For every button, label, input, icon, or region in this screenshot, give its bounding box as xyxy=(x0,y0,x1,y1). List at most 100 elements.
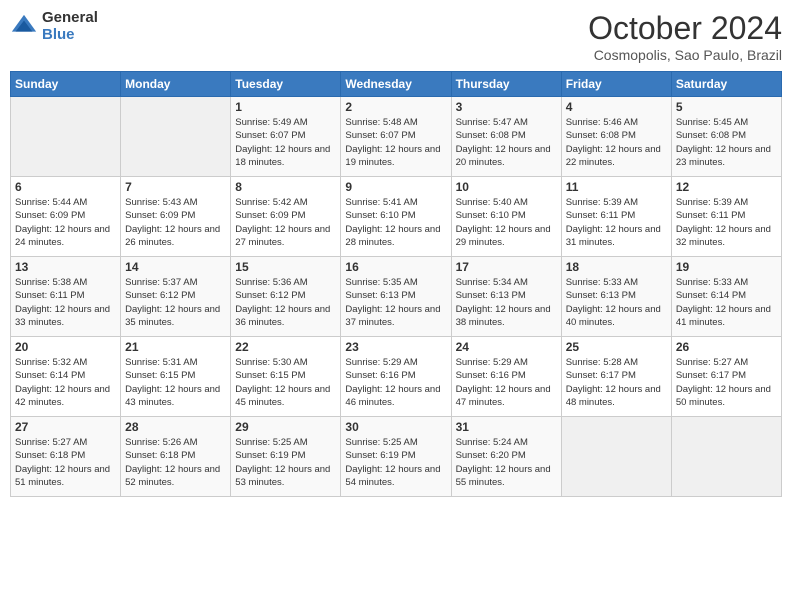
day-number: 9 xyxy=(345,180,446,194)
header-monday: Monday xyxy=(121,72,231,97)
day-info: Sunrise: 5:29 AM Sunset: 6:16 PM Dayligh… xyxy=(345,356,446,409)
calendar-cell: 12Sunrise: 5:39 AM Sunset: 6:11 PM Dayli… xyxy=(671,177,781,257)
day-info: Sunrise: 5:25 AM Sunset: 6:19 PM Dayligh… xyxy=(345,436,446,489)
calendar-cell: 22 Sunrise: 5:30 AM Sunset: 6:15 PM Dayli… xyxy=(231,337,341,417)
day-info: Sunrise: 5:38 AM Sunset: 6:11 PM Dayligh… xyxy=(15,276,116,329)
day-info: Sunrise: 5:45 AM Sunset: 6:08 PM Dayligh… xyxy=(676,116,777,169)
day-info: Sunrise: 5:49 AM Sunset: 6:07 PM Dayligh… xyxy=(235,116,336,169)
calendar-cell: 6Sunrise: 5:44 AM Sunset: 6:09 PM Daylig… xyxy=(11,177,121,257)
calendar-cell: 1Sunrise: 5:49 AM Sunset: 6:07 PM Daylig… xyxy=(231,97,341,177)
day-number: 2 xyxy=(345,100,446,114)
header-friday: Friday xyxy=(561,72,671,97)
day-number: 6 xyxy=(15,180,116,194)
calendar-table: Sunday Monday Tuesday Wednesday Thursday… xyxy=(10,71,782,497)
calendar-cell: 11 Sunrise: 5:39 AM Sunset: 6:11 PM Dayli… xyxy=(561,177,671,257)
calendar-week-4: 27 Sunrise: 5:27 AM Sunset: 6:18 PM Dayli… xyxy=(11,417,782,497)
calendar-body: 1Sunrise: 5:49 AM Sunset: 6:07 PM Daylig… xyxy=(11,97,782,497)
day-info: Sunrise: 5:37 AM Sunset: 6:12 PM Dayligh… xyxy=(125,276,226,329)
calendar-cell: 21 Sunrise: 5:31 AM Sunset: 6:15 PM Dayli… xyxy=(121,337,231,417)
calendar-cell xyxy=(671,417,781,497)
calendar-cell: 8 Sunrise: 5:42 AM Sunset: 6:09 PM Daylig… xyxy=(231,177,341,257)
header-sunday: Sunday xyxy=(11,72,121,97)
calendar-cell: 5 Sunrise: 5:45 AM Sunset: 6:08 PM Daylig… xyxy=(671,97,781,177)
calendar-cell: 13 Sunrise: 5:38 AM Sunset: 6:11 PM Dayli… xyxy=(11,257,121,337)
calendar-cell: 17 Sunrise: 5:34 AM Sunset: 6:13 PM Dayli… xyxy=(451,257,561,337)
day-number: 19 xyxy=(676,260,777,274)
calendar-cell: 26 Sunrise: 5:27 AM Sunset: 6:17 PM Dayli… xyxy=(671,337,781,417)
logo-text: General Blue xyxy=(42,10,98,43)
calendar-cell xyxy=(561,417,671,497)
calendar-cell: 25 Sunrise: 5:28 AM Sunset: 6:17 PM Dayli… xyxy=(561,337,671,417)
day-number: 5 xyxy=(676,100,777,114)
calendar-cell: 27 Sunrise: 5:27 AM Sunset: 6:18 PM Dayli… xyxy=(11,417,121,497)
calendar-cell: 16 Sunrise: 5:35 AM Sunset: 6:13 PM Dayli… xyxy=(341,257,451,337)
day-number: 7 xyxy=(125,180,226,194)
day-number: 26 xyxy=(676,340,777,354)
header-tuesday: Tuesday xyxy=(231,72,341,97)
logo: General Blue xyxy=(10,10,98,43)
day-info: Sunrise: 5:27 AM Sunset: 6:18 PM Dayligh… xyxy=(15,436,116,489)
calendar-cell xyxy=(11,97,121,177)
calendar-header: Sunday Monday Tuesday Wednesday Thursday… xyxy=(11,72,782,97)
day-info: Sunrise: 5:30 AM Sunset: 6:15 PM Dayligh… xyxy=(235,356,336,409)
day-number: 17 xyxy=(456,260,557,274)
day-number: 24 xyxy=(456,340,557,354)
calendar-cell: 7 Sunrise: 5:43 AM Sunset: 6:09 PM Daylig… xyxy=(121,177,231,257)
calendar-cell: 15Sunrise: 5:36 AM Sunset: 6:12 PM Dayli… xyxy=(231,257,341,337)
day-info: Sunrise: 5:32 AM Sunset: 6:14 PM Dayligh… xyxy=(15,356,116,409)
calendar-cell: 30 Sunrise: 5:25 AM Sunset: 6:19 PM Dayli… xyxy=(341,417,451,497)
day-number: 8 xyxy=(235,180,336,194)
calendar-week-2: 13 Sunrise: 5:38 AM Sunset: 6:11 PM Dayli… xyxy=(11,257,782,337)
header-thursday: Thursday xyxy=(451,72,561,97)
day-number: 10 xyxy=(456,180,557,194)
day-number: 21 xyxy=(125,340,226,354)
day-info: Sunrise: 5:31 AM Sunset: 6:15 PM Dayligh… xyxy=(125,356,226,409)
calendar-cell: 29 Sunrise: 5:25 AM Sunset: 6:19 PM Dayli… xyxy=(231,417,341,497)
weekday-row: Sunday Monday Tuesday Wednesday Thursday… xyxy=(11,72,782,97)
day-info: Sunrise: 5:39 AM Sunset: 6:11 PM Dayligh… xyxy=(566,196,667,249)
day-number: 14 xyxy=(125,260,226,274)
day-number: 31 xyxy=(456,420,557,434)
logo-icon xyxy=(10,13,38,41)
day-number: 13 xyxy=(15,260,116,274)
day-info: Sunrise: 5:41 AM Sunset: 6:10 PM Dayligh… xyxy=(345,196,446,249)
day-info: Sunrise: 5:29 AM Sunset: 6:16 PM Dayligh… xyxy=(456,356,557,409)
page-header: General Blue October 2024 Cosmopolis, Sa… xyxy=(10,10,782,63)
day-info: Sunrise: 5:27 AM Sunset: 6:17 PM Dayligh… xyxy=(676,356,777,409)
day-info: Sunrise: 5:46 AM Sunset: 6:08 PM Dayligh… xyxy=(566,116,667,169)
header-saturday: Saturday xyxy=(671,72,781,97)
day-info: Sunrise: 5:25 AM Sunset: 6:19 PM Dayligh… xyxy=(235,436,336,489)
calendar-cell: 14 Sunrise: 5:37 AM Sunset: 6:12 PM Dayli… xyxy=(121,257,231,337)
day-info: Sunrise: 5:47 AM Sunset: 6:08 PM Dayligh… xyxy=(456,116,557,169)
day-number: 27 xyxy=(15,420,116,434)
day-number: 28 xyxy=(125,420,226,434)
day-number: 29 xyxy=(235,420,336,434)
calendar-week-3: 20 Sunrise: 5:32 AM Sunset: 6:14 PM Dayli… xyxy=(11,337,782,417)
day-number: 4 xyxy=(566,100,667,114)
calendar-cell: 23Sunrise: 5:29 AM Sunset: 6:16 PM Dayli… xyxy=(341,337,451,417)
calendar-cell: 4 Sunrise: 5:46 AM Sunset: 6:08 PM Daylig… xyxy=(561,97,671,177)
day-info: Sunrise: 5:35 AM Sunset: 6:13 PM Dayligh… xyxy=(345,276,446,329)
day-number: 16 xyxy=(345,260,446,274)
day-info: Sunrise: 5:28 AM Sunset: 6:17 PM Dayligh… xyxy=(566,356,667,409)
location: Cosmopolis, Sao Paulo, Brazil xyxy=(588,47,782,63)
calendar-cell: 19Sunrise: 5:33 AM Sunset: 6:14 PM Dayli… xyxy=(671,257,781,337)
day-number: 30 xyxy=(345,420,446,434)
calendar-cell: 10 Sunrise: 5:40 AM Sunset: 6:10 PM Dayli… xyxy=(451,177,561,257)
day-info: Sunrise: 5:34 AM Sunset: 6:13 PM Dayligh… xyxy=(456,276,557,329)
calendar-cell: 2 Sunrise: 5:48 AM Sunset: 6:07 PM Daylig… xyxy=(341,97,451,177)
calendar-cell: 31Sunrise: 5:24 AM Sunset: 6:20 PM Dayli… xyxy=(451,417,561,497)
day-info: Sunrise: 5:48 AM Sunset: 6:07 PM Dayligh… xyxy=(345,116,446,169)
day-number: 11 xyxy=(566,180,667,194)
day-info: Sunrise: 5:43 AM Sunset: 6:09 PM Dayligh… xyxy=(125,196,226,249)
calendar-cell: 24 Sunrise: 5:29 AM Sunset: 6:16 PM Dayli… xyxy=(451,337,561,417)
day-info: Sunrise: 5:42 AM Sunset: 6:09 PM Dayligh… xyxy=(235,196,336,249)
day-info: Sunrise: 5:33 AM Sunset: 6:13 PM Dayligh… xyxy=(566,276,667,329)
day-info: Sunrise: 5:39 AM Sunset: 6:11 PM Dayligh… xyxy=(676,196,777,249)
day-number: 20 xyxy=(15,340,116,354)
calendar-cell: 3Sunrise: 5:47 AM Sunset: 6:08 PM Daylig… xyxy=(451,97,561,177)
day-info: Sunrise: 5:40 AM Sunset: 6:10 PM Dayligh… xyxy=(456,196,557,249)
month-title: October 2024 xyxy=(588,10,782,47)
day-number: 25 xyxy=(566,340,667,354)
day-number: 22 xyxy=(235,340,336,354)
